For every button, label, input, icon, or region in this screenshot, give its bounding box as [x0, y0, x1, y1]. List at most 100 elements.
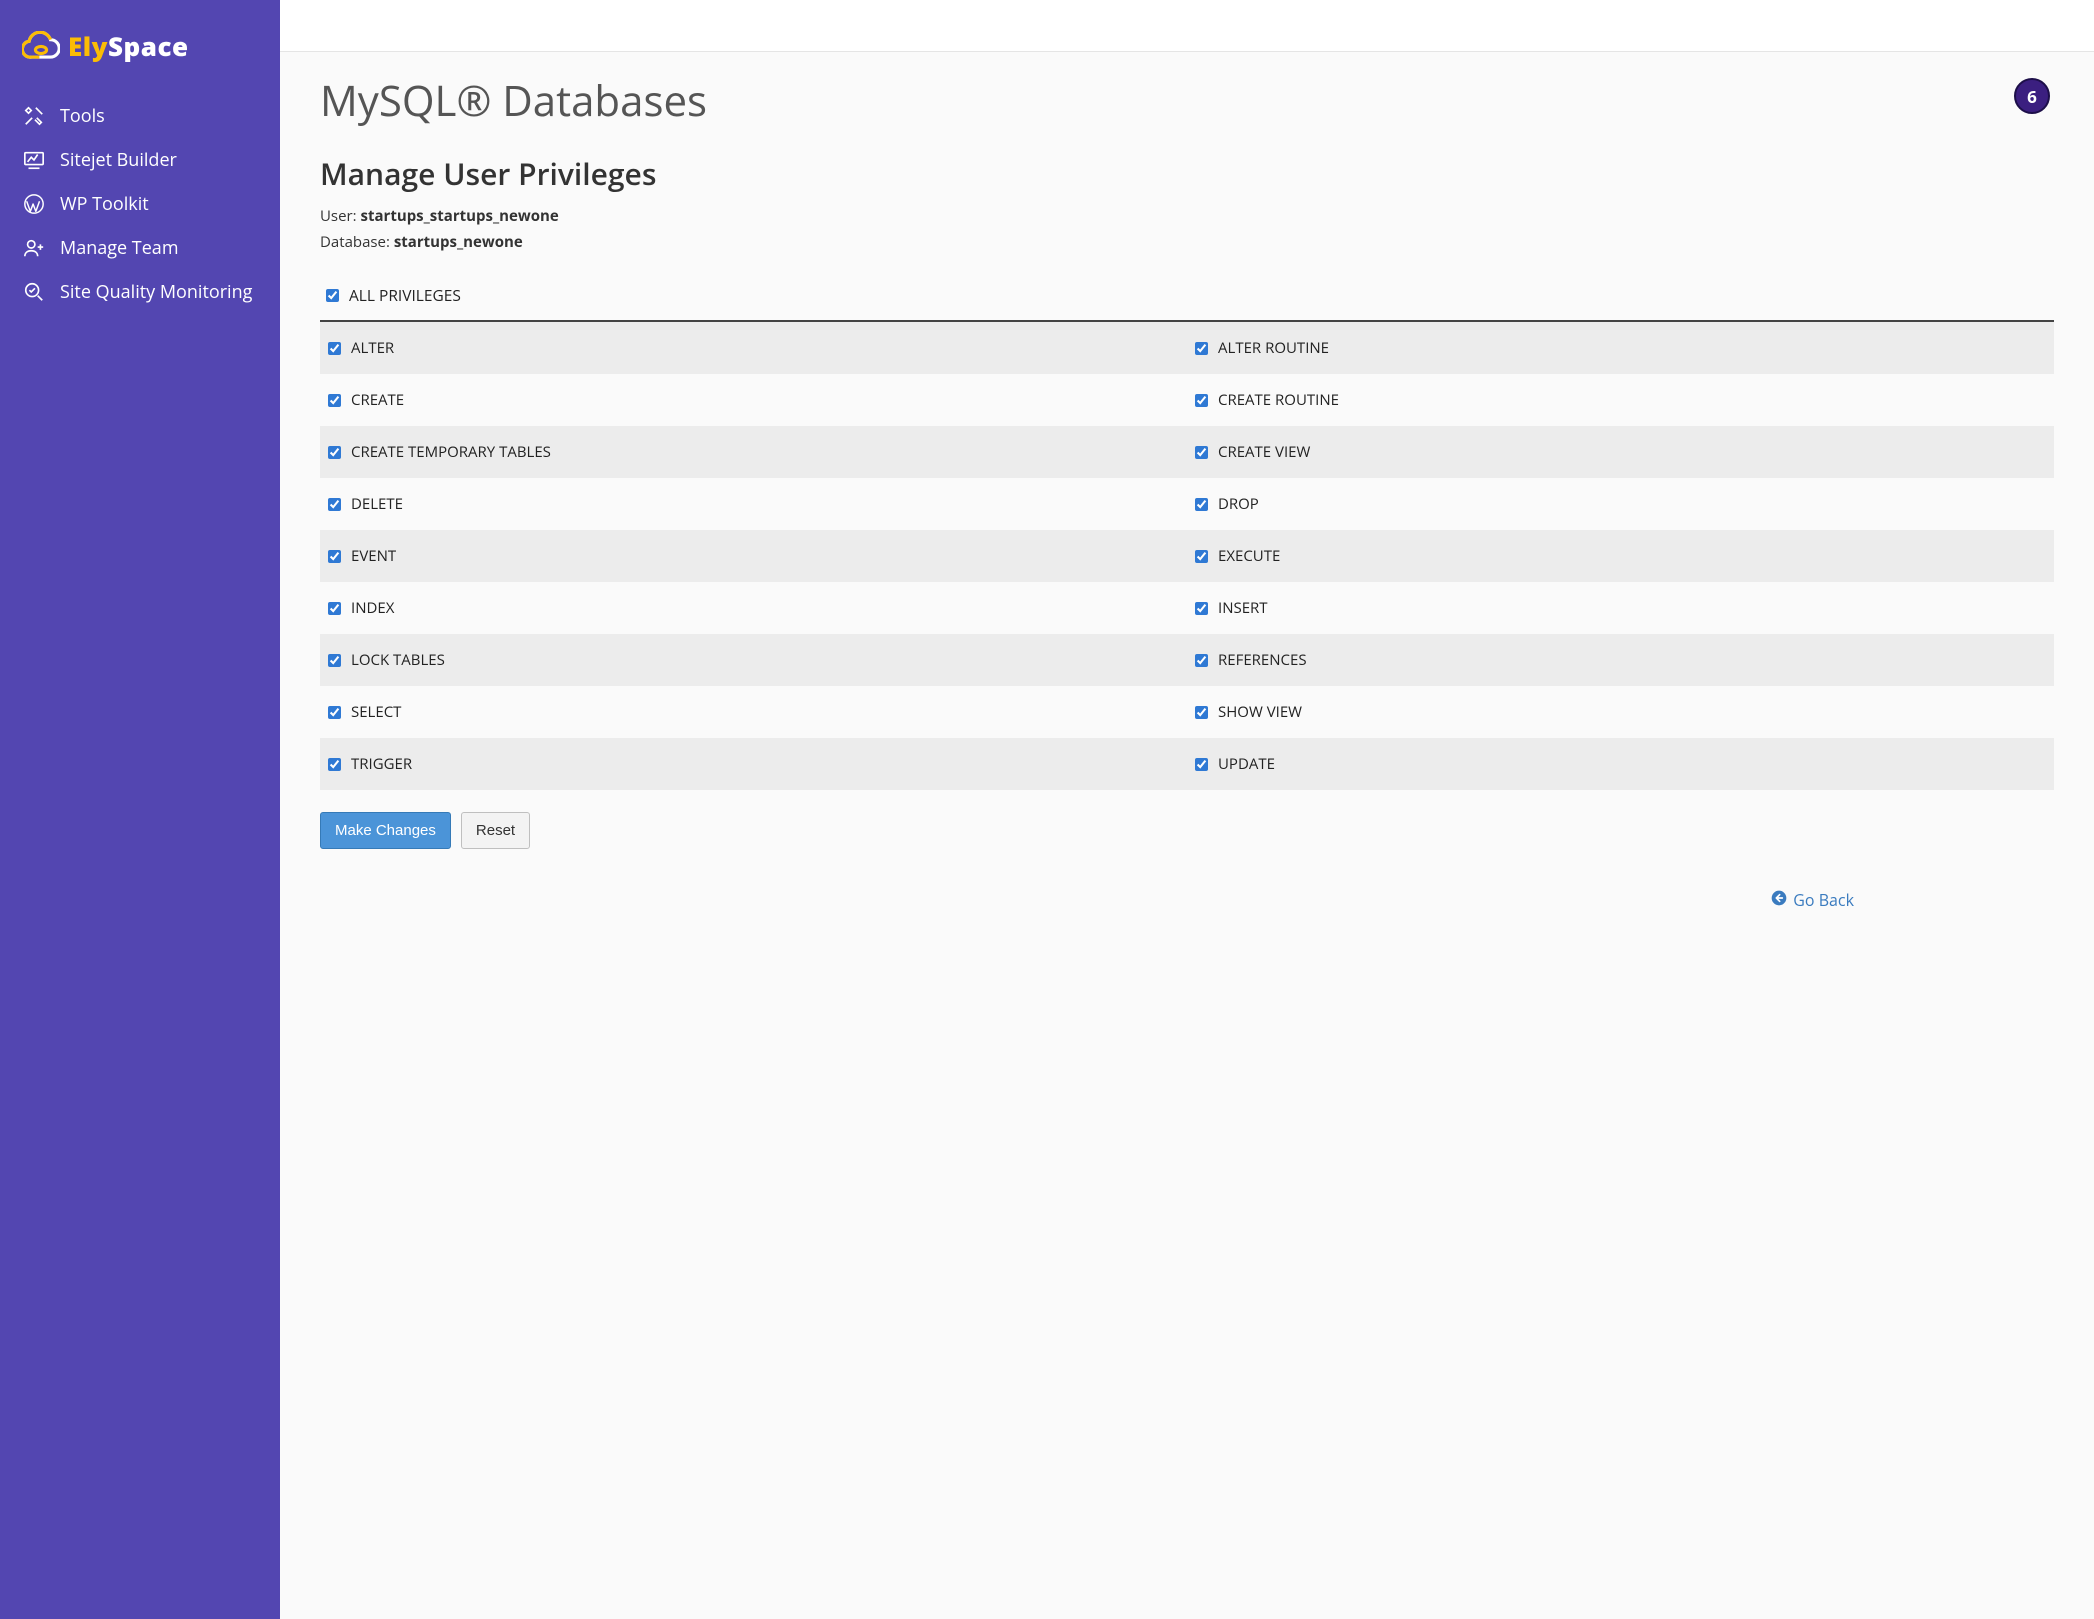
- privilege-row: SELECT SHOW VIEW: [320, 686, 2054, 738]
- privilege-checkbox[interactable]: [1195, 654, 1208, 667]
- notification-count-badge[interactable]: 6: [2014, 78, 2050, 114]
- privilege-row: LOCK TABLES REFERENCES: [320, 634, 2054, 686]
- privilege-checkbox[interactable]: [328, 342, 341, 355]
- privilege-label[interactable]: TRIGGER: [351, 754, 412, 774]
- sidebar-item-wp-toolkit[interactable]: WP Toolkit: [0, 182, 280, 226]
- privilege-label[interactable]: REFERENCES: [1218, 650, 1307, 670]
- privilege-label[interactable]: DELETE: [351, 494, 403, 514]
- privilege-checkbox[interactable]: [328, 446, 341, 459]
- privilege-cell: DELETE: [320, 478, 1187, 530]
- privilege-checkbox[interactable]: [1195, 550, 1208, 563]
- privilege-cell: EXECUTE: [1187, 530, 2054, 582]
- privilege-cell: TRIGGER: [320, 738, 1187, 790]
- privileges-table: ALTERALTER ROUTINECREATECREATE ROUTINECR…: [320, 322, 2054, 790]
- sidebar: ElySpace Tools Sitejet Builder WP Toolki…: [0, 0, 280, 1619]
- privilege-label[interactable]: UPDATE: [1218, 754, 1275, 774]
- privilege-cell: SHOW VIEW: [1187, 686, 2054, 738]
- privilege-cell: CREATE ROUTINE: [1187, 374, 2054, 426]
- privilege-checkbox[interactable]: [1195, 446, 1208, 459]
- reset-button[interactable]: Reset: [461, 812, 530, 849]
- sidebar-item-label: Sitejet Builder: [60, 148, 177, 172]
- privilege-label[interactable]: SHOW VIEW: [1218, 702, 1302, 722]
- privilege-checkbox[interactable]: [328, 394, 341, 407]
- content: MySQL® Databases 6 Manage User Privilege…: [280, 52, 2094, 1619]
- privilege-cell: SELECT: [320, 686, 1187, 738]
- brand-name-part2: Space: [108, 28, 189, 64]
- all-privileges-row: ALL PRIVILEGES: [320, 276, 2054, 322]
- privilege-label[interactable]: CREATE TEMPORARY TABLES: [351, 442, 551, 462]
- privilege-cell: DROP: [1187, 478, 2054, 530]
- go-back-label: Go Back: [1793, 889, 1854, 911]
- privilege-label[interactable]: LOCK TABLES: [351, 650, 445, 670]
- privilege-label[interactable]: EVENT: [351, 546, 396, 566]
- privilege-label[interactable]: ALTER: [351, 338, 394, 358]
- privilege-cell: EVENT: [320, 530, 1187, 582]
- privilege-row: CREATE CREATE ROUTINE: [320, 374, 2054, 426]
- privilege-checkbox[interactable]: [328, 706, 341, 719]
- privileges-area: ALL PRIVILEGES ALTERALTER ROUTINECREATEC…: [320, 276, 2054, 790]
- sidebar-item-sitejet[interactable]: Sitejet Builder: [0, 138, 280, 182]
- privilege-checkbox[interactable]: [328, 602, 341, 615]
- sidebar-item-label: WP Toolkit: [60, 192, 149, 216]
- tools-icon: [22, 105, 46, 127]
- privilege-checkbox[interactable]: [1195, 498, 1208, 511]
- privilege-label[interactable]: CREATE ROUTINE: [1218, 390, 1339, 410]
- sidebar-nav: Tools Sitejet Builder WP Toolkit Manage …: [0, 94, 280, 314]
- sidebar-item-site-quality[interactable]: Site Quality Monitoring: [0, 270, 280, 314]
- privilege-label[interactable]: INSERT: [1218, 598, 1268, 618]
- privilege-row: ALTER ALTER ROUTINE: [320, 322, 2054, 374]
- user-line: User: startups_startups_newone: [320, 206, 2054, 226]
- privilege-label[interactable]: CREATE: [351, 390, 404, 410]
- privilege-row: EVENT EXECUTE: [320, 530, 2054, 582]
- sidebar-item-manage-team[interactable]: Manage Team: [0, 226, 280, 270]
- actions-row: Make Changes Reset: [320, 812, 2054, 849]
- privilege-cell: INSERT: [1187, 582, 2054, 634]
- privilege-label[interactable]: ALTER ROUTINE: [1218, 338, 1329, 358]
- privilege-cell: LOCK TABLES: [320, 634, 1187, 686]
- privilege-checkbox[interactable]: [328, 550, 341, 563]
- privilege-checkbox[interactable]: [328, 758, 341, 771]
- privilege-row: DELETE DROP: [320, 478, 2054, 530]
- all-privileges-checkbox[interactable]: [326, 289, 339, 302]
- brand-name-part1: Ely: [68, 28, 108, 64]
- sidebar-item-label: Site Quality Monitoring: [60, 280, 252, 304]
- magnify-check-icon: [22, 281, 46, 303]
- monitor-icon: [22, 149, 46, 171]
- sidebar-item-tools[interactable]: Tools: [0, 94, 280, 138]
- privilege-cell: CREATE: [320, 374, 1187, 426]
- privilege-checkbox[interactable]: [328, 498, 341, 511]
- privilege-checkbox[interactable]: [328, 654, 341, 667]
- privilege-label[interactable]: EXECUTE: [1218, 546, 1280, 566]
- all-privileges-label[interactable]: ALL PRIVILEGES: [349, 284, 461, 306]
- wordpress-icon: [22, 193, 46, 215]
- privilege-checkbox[interactable]: [1195, 394, 1208, 407]
- privilege-row: TRIGGER UPDATE: [320, 738, 2054, 790]
- privilege-cell: ALTER ROUTINE: [1187, 322, 2054, 374]
- main-area: MySQL® Databases 6 Manage User Privilege…: [280, 0, 2094, 1619]
- sidebar-item-label: Tools: [60, 104, 105, 128]
- privilege-label[interactable]: CREATE VIEW: [1218, 442, 1310, 462]
- make-changes-button[interactable]: Make Changes: [320, 812, 451, 849]
- brand-logo[interactable]: ElySpace: [0, 28, 280, 94]
- database-line: Database: startups_newone: [320, 232, 2054, 252]
- privilege-row: CREATE TEMPORARY TABLES CREATE VIEW: [320, 426, 2054, 478]
- go-back-link[interactable]: Go Back: [1771, 889, 1854, 911]
- privilege-cell: CREATE TEMPORARY TABLES: [320, 426, 1187, 478]
- privilege-checkbox[interactable]: [1195, 342, 1208, 355]
- privilege-cell: ALTER: [320, 322, 1187, 374]
- privilege-label[interactable]: SELECT: [351, 702, 401, 722]
- arrow-left-circle-icon: [1771, 889, 1787, 911]
- privilege-checkbox[interactable]: [1195, 706, 1208, 719]
- cloud-link-icon: [22, 31, 60, 61]
- privilege-checkbox[interactable]: [1195, 758, 1208, 771]
- privilege-checkbox[interactable]: [1195, 602, 1208, 615]
- privilege-label[interactable]: INDEX: [351, 598, 394, 618]
- privilege-label[interactable]: DROP: [1218, 494, 1259, 514]
- privilege-cell: REFERENCES: [1187, 634, 2054, 686]
- privilege-row: INDEX INSERT: [320, 582, 2054, 634]
- user-label: User:: [320, 206, 360, 226]
- topbar: [280, 0, 2094, 52]
- team-icon: [22, 237, 46, 259]
- page-title: MySQL® Databases: [320, 72, 707, 129]
- database-label: Database:: [320, 232, 394, 252]
